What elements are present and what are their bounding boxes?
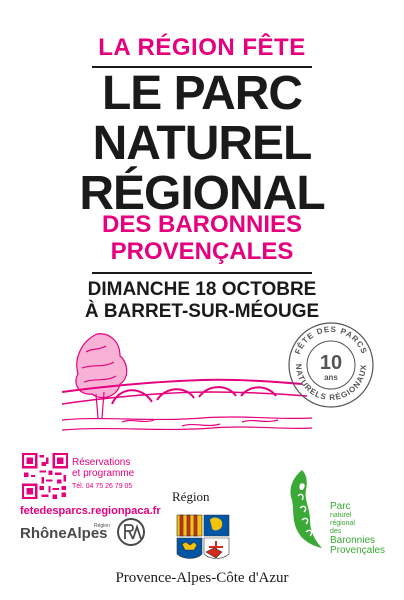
bridge-illustration — [62, 333, 312, 431]
pnr-regional: régional — [330, 520, 355, 527]
region-coat-of-arms-icon — [176, 514, 230, 559]
stamp-number: 10 — [320, 352, 342, 374]
poster: LA RÉGION FÊTE LE PARC NATUREL RÉGIONAL … — [0, 0, 404, 600]
stamp-top-text: FÊTE DES PARCS — [293, 325, 369, 356]
qr-code-icon[interactable] — [22, 453, 68, 499]
event-place: À BARRET-SUR-MÉOUGE — [84, 301, 320, 322]
headline-line4: DES BARONNIES — [101, 211, 303, 238]
reservations-block: Réservations et programme — [72, 457, 134, 479]
stamp-unit: ans — [324, 373, 338, 382]
pnr-parc: Parc — [330, 501, 351, 512]
region-label: Région — [172, 489, 210, 504]
website-link[interactable]: fetedesparcs.regionpaca.fr — [20, 505, 161, 517]
event-date: DIMANCHE 18 OCTOBRE — [87, 279, 317, 300]
headline-line2: NATUREL — [92, 117, 313, 170]
headline-top: LA RÉGION FÊTE — [98, 34, 306, 61]
phone-number[interactable]: Tél. 04 75 26 79 05 — [72, 483, 132, 490]
rhonealpes-region-text: Région — [94, 523, 110, 529]
anniversary-stamp: FÊTE DES PARCS NATURELS RÉGIONAUX 10 ans — [288, 322, 374, 408]
headline-line5: PROVENÇALES — [110, 238, 294, 265]
pnr-baronnies-emblem-icon — [290, 470, 322, 548]
region-full-name: Provence-Alpes-Côte d'Azur — [115, 570, 289, 586]
rhonealpes-emblem-icon — [117, 518, 145, 546]
pnr-text-block: Parc naturel régional des Baronnies Prov… — [330, 502, 385, 556]
reservations-line2: et programme — [72, 468, 135, 479]
reservations-line1: Réservations — [72, 457, 131, 468]
pnr-naturel: naturel — [330, 512, 352, 519]
headline-line1: LE PARC — [101, 67, 303, 120]
pnr-provencales: Provençales — [330, 545, 386, 556]
divider-middle — [92, 272, 312, 274]
